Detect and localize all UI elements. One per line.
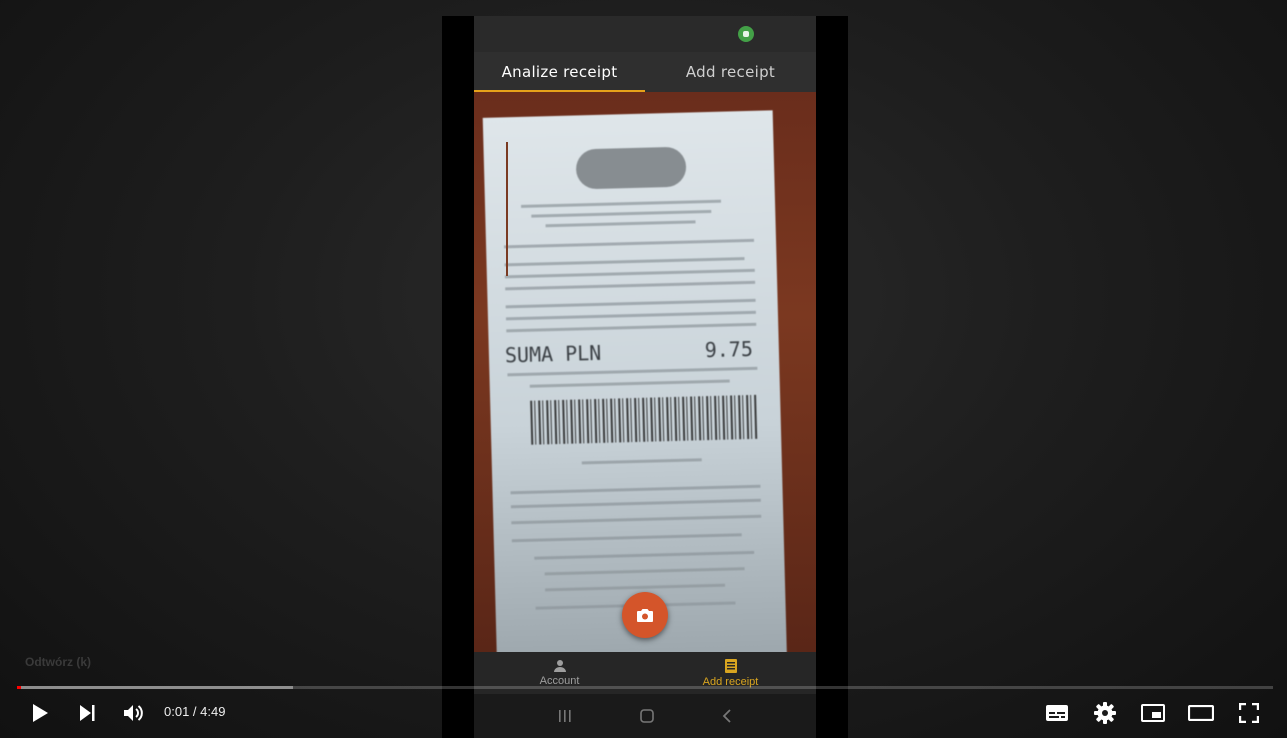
- miniplayer-button[interactable]: [1130, 692, 1176, 734]
- tab-bar: Analize receipt Add receipt: [474, 52, 816, 92]
- theater-mode-icon: [1188, 705, 1214, 721]
- receipt-line: [545, 220, 696, 228]
- fullscreen-button[interactable]: [1226, 692, 1272, 734]
- status-bar: [474, 16, 816, 52]
- receipt-line: [581, 458, 702, 465]
- subtitles-icon: [1046, 705, 1068, 721]
- receipt-line: [510, 498, 761, 509]
- play-tooltip: Odtwórz (k): [25, 655, 91, 669]
- phone-screen: Analize receipt Add receipt SUMA PLN 9.7…: [474, 16, 816, 738]
- player-controls: 0:01 / 4:49: [0, 692, 1287, 738]
- settings-button[interactable]: [1082, 692, 1128, 734]
- camera-preview: SUMA PLN 9.75: [474, 92, 816, 652]
- receipt-line: [504, 268, 755, 279]
- progress-bar[interactable]: [17, 686, 1273, 689]
- progress-buffered: [17, 686, 294, 689]
- receipt-line: [529, 379, 730, 388]
- next-button[interactable]: [64, 692, 110, 734]
- receipt-line: [511, 533, 742, 543]
- progress-played: [17, 686, 22, 689]
- person-icon: [553, 660, 566, 672]
- receipt-total-label: SUMA PLN: [504, 340, 602, 368]
- receipt-line: [511, 514, 762, 525]
- volume-icon: [124, 705, 143, 721]
- receipt-icon: [724, 659, 737, 673]
- edge-mark: [506, 142, 508, 276]
- receipt-line: [504, 257, 745, 267]
- receipt-line: [510, 484, 761, 495]
- receipt-line: [531, 209, 712, 218]
- receipt-line: [544, 567, 745, 576]
- play-button[interactable]: [17, 692, 63, 734]
- camera-capture-button[interactable]: [622, 592, 668, 638]
- video-frame[interactable]: Analize receipt Add receipt SUMA PLN 9.7…: [442, 16, 848, 738]
- settings-gear-icon: [1094, 702, 1116, 724]
- receipt-line: [505, 310, 756, 321]
- miniplayer-icon: [1141, 704, 1165, 722]
- receipt-line: [521, 199, 722, 208]
- receipt-line: [505, 298, 756, 309]
- receipt-line: [507, 366, 758, 377]
- next-icon: [80, 705, 95, 721]
- fullscreen-icon: [1239, 703, 1259, 723]
- play-icon: [33, 704, 48, 722]
- tab-add-receipt[interactable]: Add receipt: [645, 52, 816, 92]
- screen-record-icon: [738, 26, 754, 42]
- receipt-line: [505, 280, 756, 291]
- volume-button[interactable]: [111, 692, 157, 734]
- receipt-image: SUMA PLN 9.75: [482, 110, 788, 652]
- receipt-line: [506, 322, 757, 333]
- barcode: [530, 394, 758, 445]
- store-logo: [575, 146, 687, 190]
- theater-mode-button[interactable]: [1178, 692, 1224, 734]
- tab-analize-receipt[interactable]: Analize receipt: [474, 52, 645, 92]
- receipt-total-value: 9.75: [704, 336, 754, 363]
- duration: 4:49: [200, 704, 226, 719]
- camera-icon: [637, 609, 653, 622]
- current-time: 0:01: [164, 704, 190, 719]
- subtitles-button[interactable]: [1034, 692, 1080, 734]
- time-separator: /: [189, 704, 201, 719]
- time-display: 0:01 / 4:49: [164, 704, 225, 719]
- receipt-line: [504, 238, 755, 249]
- receipt-line: [545, 583, 726, 592]
- receipt-line: [534, 550, 755, 560]
